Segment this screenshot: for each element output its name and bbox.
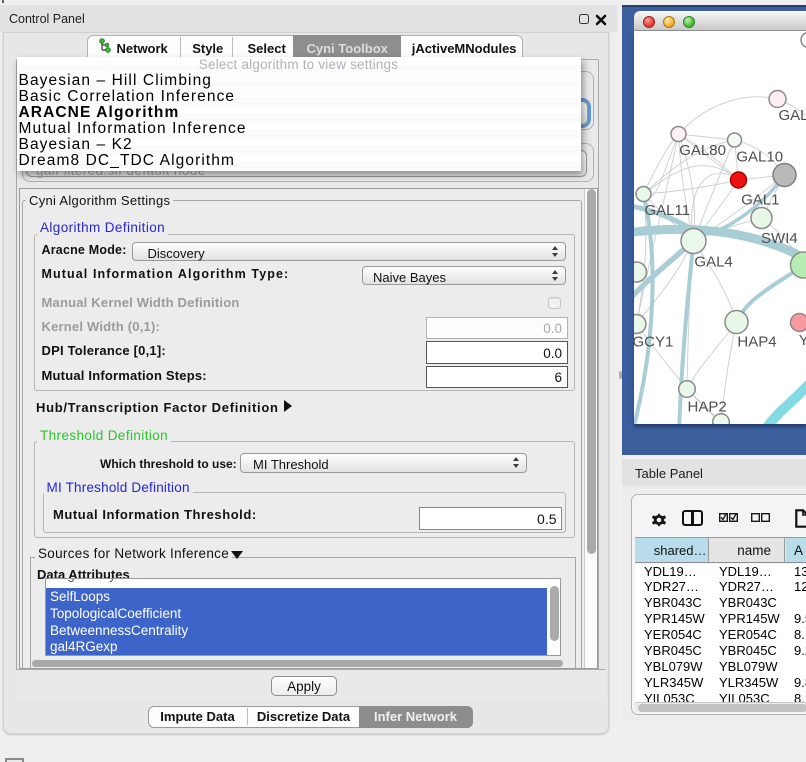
svg-text:HAP2: HAP2 bbox=[687, 398, 726, 415]
svg-text:GAL11: GAL11 bbox=[644, 202, 690, 219]
svg-text:GCY1: GCY1 bbox=[634, 334, 673, 351]
svg-text:Y: Y bbox=[798, 332, 806, 349]
svg-text:GAL1: GAL1 bbox=[741, 191, 779, 208]
svg-text:SWI4: SWI4 bbox=[761, 230, 798, 247]
svg-text:GAL80: GAL80 bbox=[679, 142, 726, 159]
svg-text:HAP4: HAP4 bbox=[737, 334, 776, 351]
svg-text:GAL4: GAL4 bbox=[694, 253, 732, 270]
svg-text:GAL2: GAL2 bbox=[778, 107, 806, 124]
svg-text:GAL10: GAL10 bbox=[736, 149, 783, 166]
